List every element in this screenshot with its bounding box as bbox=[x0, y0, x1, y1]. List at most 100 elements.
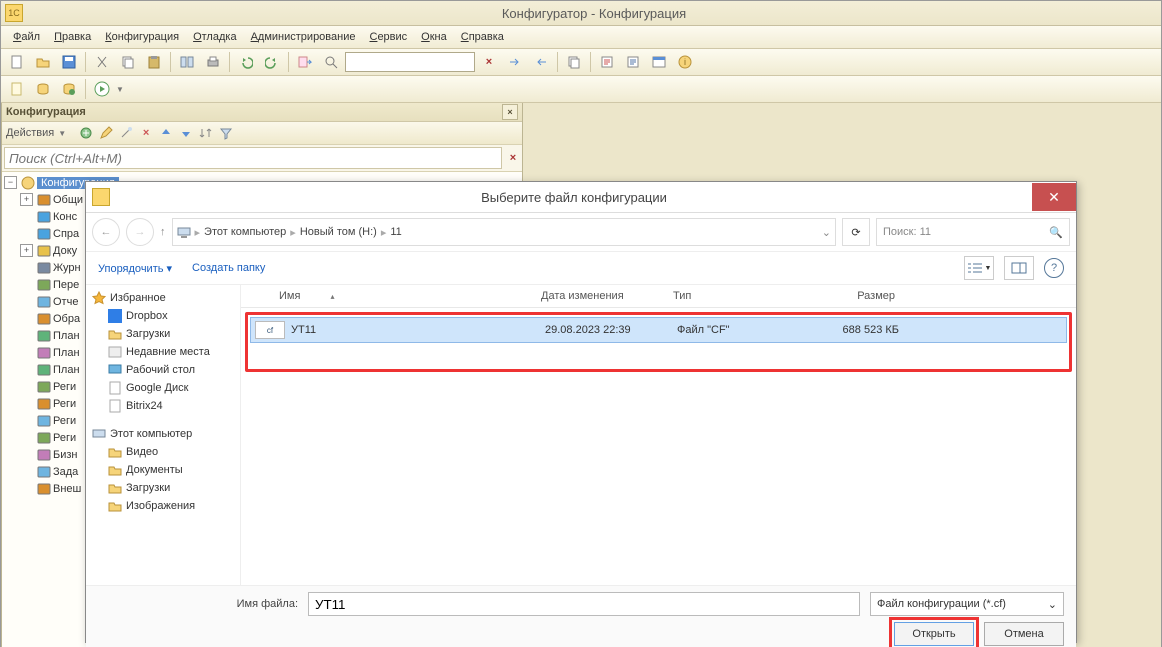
sidebar-item[interactable]: Видео bbox=[86, 443, 240, 461]
nav-back-button[interactable]: ← bbox=[92, 218, 120, 246]
up-icon[interactable] bbox=[158, 125, 174, 141]
sidebar-item[interactable]: Bitrix24 bbox=[86, 397, 240, 415]
svg-text:i: i bbox=[684, 57, 686, 67]
help-icon[interactable]: i bbox=[673, 50, 697, 74]
sort-icon[interactable] bbox=[198, 125, 214, 141]
file-icon bbox=[108, 381, 122, 395]
edit-icon[interactable] bbox=[98, 125, 114, 141]
paste-icon[interactable] bbox=[142, 50, 166, 74]
find-prev-icon[interactable] bbox=[529, 50, 553, 74]
sidebar-item[interactable]: Google Диск bbox=[86, 379, 240, 397]
organize-menu[interactable]: Упорядочить ▾ bbox=[98, 262, 172, 275]
col-type[interactable]: Тип bbox=[667, 290, 789, 302]
redo-icon[interactable] bbox=[260, 50, 284, 74]
clear-find-icon[interactable]: × bbox=[477, 50, 501, 74]
list-header[interactable]: Имя▴ Дата изменения Тип Размер bbox=[241, 285, 1076, 308]
new-folder-button[interactable]: Создать папку bbox=[192, 262, 265, 274]
dialog-sidebar[interactable]: Избранное Dropbox Загрузки Недавние мест… bbox=[86, 285, 241, 585]
search-placeholder: Поиск: 11 bbox=[883, 226, 931, 238]
crumb-2[interactable]: 11 bbox=[390, 226, 401, 238]
col-date[interactable]: Дата изменения bbox=[535, 290, 667, 302]
search-icon[interactable] bbox=[319, 50, 343, 74]
config-save-icon[interactable] bbox=[5, 77, 29, 101]
wand-icon[interactable] bbox=[118, 125, 134, 141]
expand-icon[interactable]: + bbox=[20, 193, 33, 206]
delete-icon[interactable]: × bbox=[138, 125, 154, 141]
menu-edit[interactable]: Правка bbox=[48, 29, 97, 45]
expand-icon[interactable]: − bbox=[4, 176, 17, 189]
node-label: Реги bbox=[53, 381, 76, 393]
syntax2-icon[interactable] bbox=[621, 50, 645, 74]
sidebar-favorites[interactable]: Избранное bbox=[86, 289, 240, 307]
filetype-select[interactable]: Файл конфигурации (*.cf)⌄ bbox=[870, 592, 1064, 616]
breadcrumb[interactable]: ▸ Этот компьютер ▸ Новый том (H:) ▸ 11 ⌄ bbox=[172, 218, 837, 246]
node-icon bbox=[37, 363, 51, 377]
calendar-icon[interactable] bbox=[647, 50, 671, 74]
expand-icon[interactable]: + bbox=[20, 244, 33, 257]
node-label: Реги bbox=[53, 432, 76, 444]
sidebar-item[interactable]: Изображения bbox=[86, 497, 240, 515]
sidebar-thispc[interactable]: Этот компьютер bbox=[86, 425, 240, 443]
sidebar-item[interactable]: Рабочий стол bbox=[86, 361, 240, 379]
view-mode-button[interactable]: ▼ bbox=[964, 256, 994, 280]
actions-dropdown-icon[interactable]: ▼ bbox=[58, 129, 66, 138]
dialog-body: Избранное Dropbox Загрузки Недавние мест… bbox=[86, 285, 1076, 585]
preview-pane-button[interactable] bbox=[1004, 256, 1034, 280]
find-input[interactable] bbox=[345, 52, 475, 72]
nav-forward-button[interactable]: → bbox=[126, 218, 154, 246]
panel-close-icon[interactable]: × bbox=[502, 104, 518, 120]
sidebar-item[interactable]: Dropbox bbox=[86, 307, 240, 325]
refresh-button[interactable]: ⟳ bbox=[842, 218, 870, 246]
sidebar-item[interactable]: Документы bbox=[86, 461, 240, 479]
menu-debug[interactable]: Отладка bbox=[187, 29, 243, 45]
syntax-icon[interactable] bbox=[595, 50, 619, 74]
menu-windows[interactable]: Окна bbox=[415, 29, 453, 45]
breadcrumb-dropdown-icon[interactable]: ⌄ bbox=[822, 226, 831, 239]
nav-up-icon[interactable]: ↑ bbox=[160, 226, 166, 238]
menu-admin[interactable]: Администрирование bbox=[245, 29, 362, 45]
run-icon[interactable] bbox=[90, 77, 114, 101]
open-icon[interactable] bbox=[31, 50, 55, 74]
node-label: Зада bbox=[53, 466, 78, 478]
sidebar-item[interactable]: Недавние места bbox=[86, 343, 240, 361]
sidebar-item[interactable]: Загрузки bbox=[86, 325, 240, 343]
copy2-icon[interactable] bbox=[562, 50, 586, 74]
file-row[interactable]: cf УТ11 29.08.2023 22:39 Файл "CF" 688 5… bbox=[250, 317, 1067, 343]
filename-input[interactable] bbox=[308, 592, 860, 616]
cancel-button[interactable]: Отмена bbox=[984, 622, 1064, 646]
crumb-0[interactable]: Этот компьютер bbox=[204, 226, 286, 238]
cut-icon[interactable] bbox=[90, 50, 114, 74]
panel-title: Конфигурация bbox=[6, 106, 86, 118]
compare-icon[interactable] bbox=[175, 50, 199, 74]
find-next-icon[interactable] bbox=[503, 50, 527, 74]
new-icon[interactable] bbox=[5, 50, 29, 74]
menu-service[interactable]: Сервис bbox=[363, 29, 413, 45]
filter-icon[interactable] bbox=[218, 125, 234, 141]
save-icon[interactable] bbox=[57, 50, 81, 74]
dialog-help-icon[interactable]: ? bbox=[1044, 258, 1064, 278]
col-name[interactable]: Имя bbox=[279, 290, 300, 302]
menu-config[interactable]: Конфигурация bbox=[99, 29, 185, 45]
sidebar-item[interactable]: Загрузки bbox=[86, 479, 240, 497]
menu-help[interactable]: Справка bbox=[455, 29, 510, 45]
col-size[interactable]: Размер bbox=[789, 290, 901, 302]
config-db-icon[interactable] bbox=[31, 77, 55, 101]
undo-icon[interactable] bbox=[234, 50, 258, 74]
panel-search-clear-icon[interactable]: × bbox=[504, 145, 522, 171]
node-label: Пере bbox=[53, 279, 79, 291]
titlebar: 1C Конфигуратор - Конфигурация bbox=[1, 1, 1161, 26]
dialog-search[interactable]: Поиск: 11 🔍 bbox=[876, 218, 1070, 246]
goto-icon[interactable] bbox=[293, 50, 317, 74]
print-icon[interactable] bbox=[201, 50, 225, 74]
menu-file[interactable]: Файл bbox=[7, 29, 46, 45]
actions-label[interactable]: Действия bbox=[6, 127, 54, 139]
panel-search-input[interactable] bbox=[4, 147, 502, 169]
open-button[interactable]: Открыть bbox=[894, 622, 974, 646]
run-dropdown-icon[interactable]: ▼ bbox=[116, 85, 124, 94]
copy-icon[interactable] bbox=[116, 50, 140, 74]
dialog-close-button[interactable]: ✕ bbox=[1032, 183, 1076, 211]
crumb-1[interactable]: Новый том (H:) bbox=[300, 226, 377, 238]
add-icon[interactable] bbox=[78, 125, 94, 141]
config-update-icon[interactable] bbox=[57, 77, 81, 101]
down-icon[interactable] bbox=[178, 125, 194, 141]
